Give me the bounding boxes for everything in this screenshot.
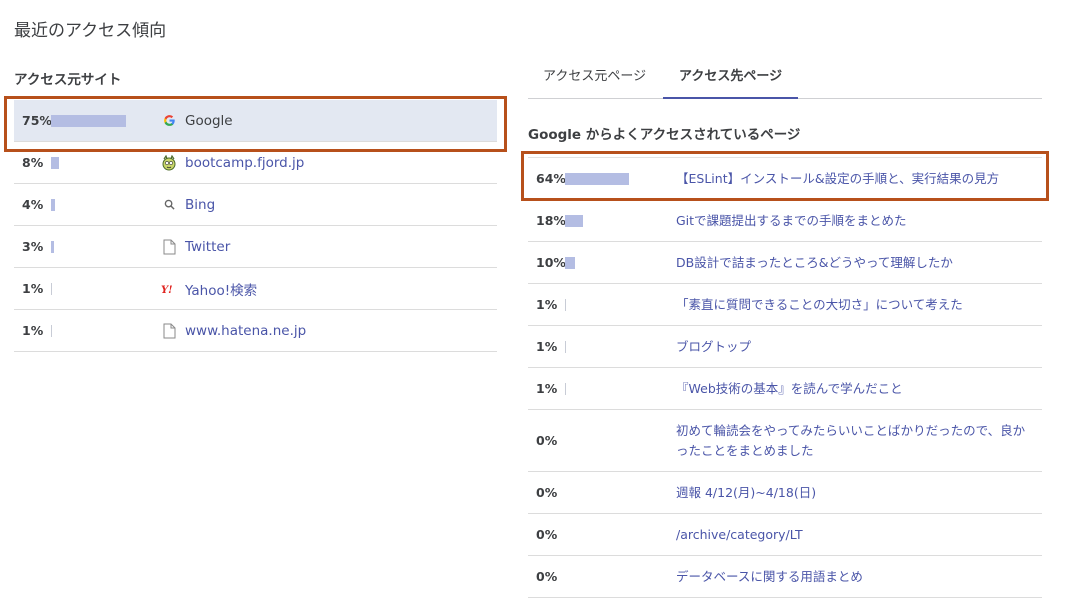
page-link[interactable]: Gitで課題提出するまでの手順をまとめた	[676, 211, 1036, 231]
page-percent: 0%	[536, 569, 558, 584]
source-bar	[51, 324, 52, 337]
page-list: 64% 【ESLint】インストール&設定の手順と、実行結果の見方 18% Gi…	[528, 157, 1042, 598]
page-link[interactable]: ブログトップ	[676, 337, 1036, 357]
page-bar	[565, 340, 566, 353]
page-bar	[565, 382, 566, 395]
page-row: 1% ブログトップ	[528, 326, 1042, 368]
source-row-twitter[interactable]: 3% Twitter	[14, 226, 497, 268]
source-link[interactable]: Bing	[185, 197, 215, 213]
tab-source-pages[interactable]: アクセス元ページ	[543, 62, 646, 99]
page-row: 1% 『Web技術の基本』を読んで学んだこと	[528, 368, 1042, 410]
page-row: 0% データベースに関する用語まとめ	[528, 556, 1042, 598]
source-percent: 1%	[22, 281, 44, 296]
page-link[interactable]: 「素直に質問できることの大切さ」について考えた	[676, 295, 1036, 315]
page-title: 最近のアクセス傾向	[14, 21, 167, 41]
source-row-google[interactable]: 75% Google	[14, 100, 497, 142]
page-link[interactable]: 『Web技術の基本』を読んで学んだこと	[676, 379, 1036, 399]
page-percent: 64%	[536, 171, 566, 186]
page-bar	[565, 214, 583, 227]
source-list: 75% Google 8% bootcamp.fjord.jp 4% Bing …	[14, 100, 497, 352]
tab-destination-pages[interactable]: アクセス先ページ	[663, 62, 799, 99]
page-percent: 1%	[536, 381, 558, 396]
source-link[interactable]: bootcamp.fjord.jp	[185, 155, 304, 171]
document-icon	[161, 323, 177, 339]
page-percent: 1%	[536, 339, 558, 354]
source-percent: 8%	[22, 155, 44, 170]
source-percent: 1%	[22, 323, 44, 338]
fjord-icon	[161, 154, 177, 171]
page-row: 18% Gitで課題提出するまでの手順をまとめた	[528, 200, 1042, 242]
source-sites-heading: アクセス元サイト	[14, 72, 122, 88]
source-bar	[51, 114, 126, 127]
page-percent: 1%	[536, 297, 558, 312]
page-link[interactable]: 初めて輪読会をやってみたらいいことばかりだったので、良かったことをまとめました	[676, 421, 1036, 461]
source-bar	[51, 198, 55, 211]
yahoo-icon: Y!	[161, 281, 177, 297]
source-row-hatena[interactable]: 1% www.hatena.ne.jp	[14, 310, 497, 352]
page-row: 64% 【ESLint】インストール&設定の手順と、実行結果の見方	[528, 158, 1042, 200]
page-percent: 0%	[536, 527, 558, 542]
source-bar	[51, 282, 52, 295]
source-link[interactable]: www.hatena.ne.jp	[185, 323, 306, 339]
source-bar	[51, 240, 54, 253]
page-link[interactable]: 週報 4/12(月)~4/18(日)	[676, 483, 1036, 503]
source-percent: 4%	[22, 197, 44, 212]
source-row-yahoo[interactable]: 1% Y! Yahoo!検索	[14, 268, 497, 310]
google-icon	[161, 113, 177, 129]
page-link[interactable]: DB設計で詰まったところ&どうやって理解したか	[676, 253, 1036, 273]
tab-bar: アクセス元ページ アクセス先ページ	[528, 62, 1042, 99]
page-row: 1% 「素直に質問できることの大切さ」について考えた	[528, 284, 1042, 326]
page-row: 0% /archive/category/LT	[528, 514, 1042, 556]
page-bar	[565, 172, 629, 185]
page-percent: 10%	[536, 255, 566, 270]
source-percent: 75%	[22, 113, 52, 128]
source-link[interactable]: Yahoo!検索	[185, 279, 257, 299]
source-percent: 3%	[22, 239, 44, 254]
page-bar	[565, 256, 575, 269]
document-icon	[161, 239, 177, 255]
page-row: 0% 週報 4/12(月)~4/18(日)	[528, 472, 1042, 514]
source-row-bing[interactable]: 4% Bing	[14, 184, 497, 226]
page-row: 0% 初めて輪読会をやってみたらいいことばかりだったので、良かったことをまとめま…	[528, 410, 1042, 472]
source-link[interactable]: Twitter	[185, 239, 230, 255]
page-link[interactable]: データベースに関する用語まとめ	[676, 567, 1036, 587]
page-row: 10% DB設計で詰まったところ&どうやって理解したか	[528, 242, 1042, 284]
page-percent: 0%	[536, 485, 558, 500]
page-percent: 18%	[536, 213, 566, 228]
page-link[interactable]: 【ESLint】インストール&設定の手順と、実行結果の見方	[676, 169, 1036, 189]
page-bar	[565, 298, 566, 311]
source-name: Google	[185, 112, 233, 129]
destination-pages-panel: アクセス元ページ アクセス先ページ Google からよくアクセスされているペー…	[528, 62, 1042, 598]
source-bar	[51, 156, 59, 169]
pages-heading: Google からよくアクセスされているページ	[528, 127, 801, 143]
search-icon	[161, 197, 177, 213]
source-sites-panel: アクセス元サイト 75% Google 8% bootcamp.fjord.jp…	[14, 70, 497, 352]
source-row-bootcamp[interactable]: 8% bootcamp.fjord.jp	[14, 142, 497, 184]
svg-text:Y!: Y!	[161, 285, 173, 295]
page-percent: 0%	[536, 433, 558, 448]
page-link[interactable]: /archive/category/LT	[676, 525, 1036, 545]
